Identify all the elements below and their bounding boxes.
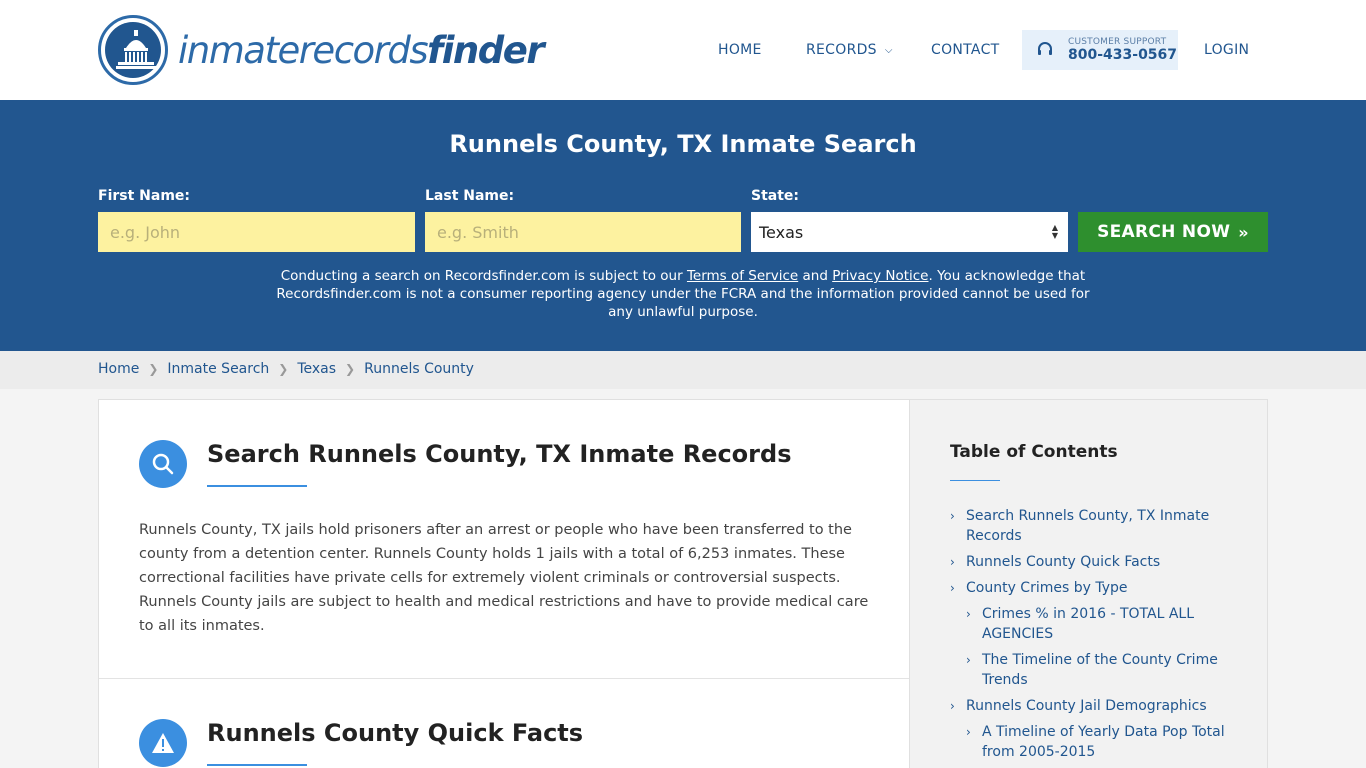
toc-item[interactable]: › Search Runnels County, TX Inmate Recor… (950, 506, 1216, 546)
section-title-search: Search Runnels County, TX Inmate Records (207, 440, 792, 468)
toc-item[interactable]: › Runnels County Quick Facts (950, 552, 1216, 572)
last-name-input[interactable] (425, 212, 741, 252)
support-label: CUSTOMER SUPPORT (1068, 37, 1167, 47)
toc-underline (950, 480, 1000, 481)
search-disclaimer: Conducting a search on Recordsfinder.com… (270, 267, 1096, 321)
toc-item-label: A Timeline of Yearly Data Pop Total from… (982, 724, 1225, 760)
nav-records[interactable]: RECORDS ⌵ (806, 30, 893, 70)
chevron-down-icon: ⌵ (884, 44, 893, 56)
nav-home[interactable]: HOME (718, 30, 762, 70)
section-divider (99, 678, 911, 679)
search-hero: Runnels County, TX Inmate Search First N… (0, 100, 1366, 351)
logo-text-bold: finder (427, 28, 544, 72)
section-body-search: Runnels County, TX jails hold prisoners … (139, 522, 869, 634)
chevron-right-icon: › (950, 581, 955, 595)
main-content: Search Runnels County, TX Inmate Records… (98, 399, 911, 768)
capitol-logo-icon (98, 15, 168, 85)
privacy-notice-link[interactable]: Privacy Notice (832, 268, 928, 284)
search-now-button[interactable]: SEARCH NOW » (1078, 212, 1268, 252)
toc-item[interactable]: › Runnels County Jail Demographics (950, 696, 1216, 716)
site-logo[interactable]: inmaterecordsfinder (98, 15, 545, 85)
chevron-right-icon: › (966, 725, 971, 739)
state-select-value: Texas (759, 222, 804, 242)
headset-icon (1038, 42, 1052, 55)
chevron-right-icon: › (966, 653, 971, 667)
toc-item-label: The Timeline of the County Crime Trends (982, 652, 1218, 688)
site-header: inmaterecordsfinder HOME RECORDS ⌵ CONTA… (0, 0, 1366, 100)
nav-contact[interactable]: CONTACT (931, 30, 1000, 70)
disclaimer-and: and (798, 268, 833, 284)
toc-title: Table of Contents (950, 442, 1118, 462)
section-underline (207, 764, 307, 766)
breadcrumb-texas[interactable]: Texas (297, 361, 336, 377)
chevron-right-icon: › (950, 509, 955, 523)
toc-item-label: Runnels County Jail Demographics (966, 698, 1207, 714)
breadcrumb-home[interactable]: Home (98, 361, 139, 377)
section-underline (207, 485, 307, 487)
search-icon (139, 440, 187, 488)
table-of-contents: Table of Contents › Search Runnels Count… (909, 399, 1268, 768)
toc-subitem[interactable]: › A Timeline of Yearly Data Pop Total fr… (966, 722, 1232, 762)
toc-item-label: Search Runnels County, TX Inmate Records (966, 508, 1210, 544)
first-name-label: First Name: (98, 188, 191, 204)
logo-wordmark: inmaterecordsfinder (178, 28, 545, 72)
toc-item-label: County Crimes by Type (966, 580, 1128, 596)
toc-subitem[interactable]: › The Timeline of the County Crime Trend… (966, 650, 1232, 690)
nav-login[interactable]: LOGIN (1204, 30, 1249, 70)
double-chevron-right-icon: » (1238, 222, 1249, 242)
disclaimer-part1: Conducting a search on Recordsfinder.com… (280, 268, 687, 284)
select-arrows-icon: ▲ ▼ (1051, 223, 1058, 240)
breadcrumb-inmate-search[interactable]: Inmate Search (167, 361, 269, 377)
chevron-right-icon: ❯ (345, 362, 356, 376)
breadcrumb: Home ❯ Inmate Search ❯ Texas ❯ Runnels C… (0, 351, 1366, 389)
toc-item-label: Crimes % in 2016 - TOTAL ALL AGENCIES (982, 606, 1195, 642)
support-phone[interactable]: 800-433-0567 (1068, 47, 1177, 63)
page-title: Runnels County, TX Inmate Search (449, 130, 917, 158)
customer-support-box[interactable]: CUSTOMER SUPPORT 800-433-0567 (1022, 30, 1178, 70)
chevron-right-icon: › (966, 607, 971, 621)
first-name-input[interactable] (98, 212, 415, 252)
chevron-right-icon: ❯ (278, 362, 289, 376)
state-label: State: (751, 188, 800, 204)
state-select[interactable]: Texas ▲ ▼ (751, 212, 1068, 252)
section-title-quick-facts: Runnels County Quick Facts (207, 719, 584, 747)
last-name-label: Last Name: (425, 188, 515, 204)
toc-item[interactable]: › County Crimes by Type (950, 578, 1216, 598)
chevron-right-icon: › (950, 555, 955, 569)
logo-text-light: inmaterecords (178, 28, 429, 72)
search-now-label: SEARCH NOW (1097, 222, 1231, 242)
toc-subitem[interactable]: › Crimes % in 2016 - TOTAL ALL AGENCIES (966, 604, 1212, 644)
breadcrumb-runnels-county[interactable]: Runnels County (364, 361, 474, 377)
chevron-right-icon: ❯ (148, 362, 159, 376)
warning-icon (139, 719, 187, 767)
toc-item-label: Runnels County Quick Facts (966, 554, 1161, 570)
terms-of-service-link[interactable]: Terms of Service (687, 268, 798, 284)
nav-records-label: RECORDS (806, 42, 877, 58)
chevron-right-icon: › (950, 699, 955, 713)
